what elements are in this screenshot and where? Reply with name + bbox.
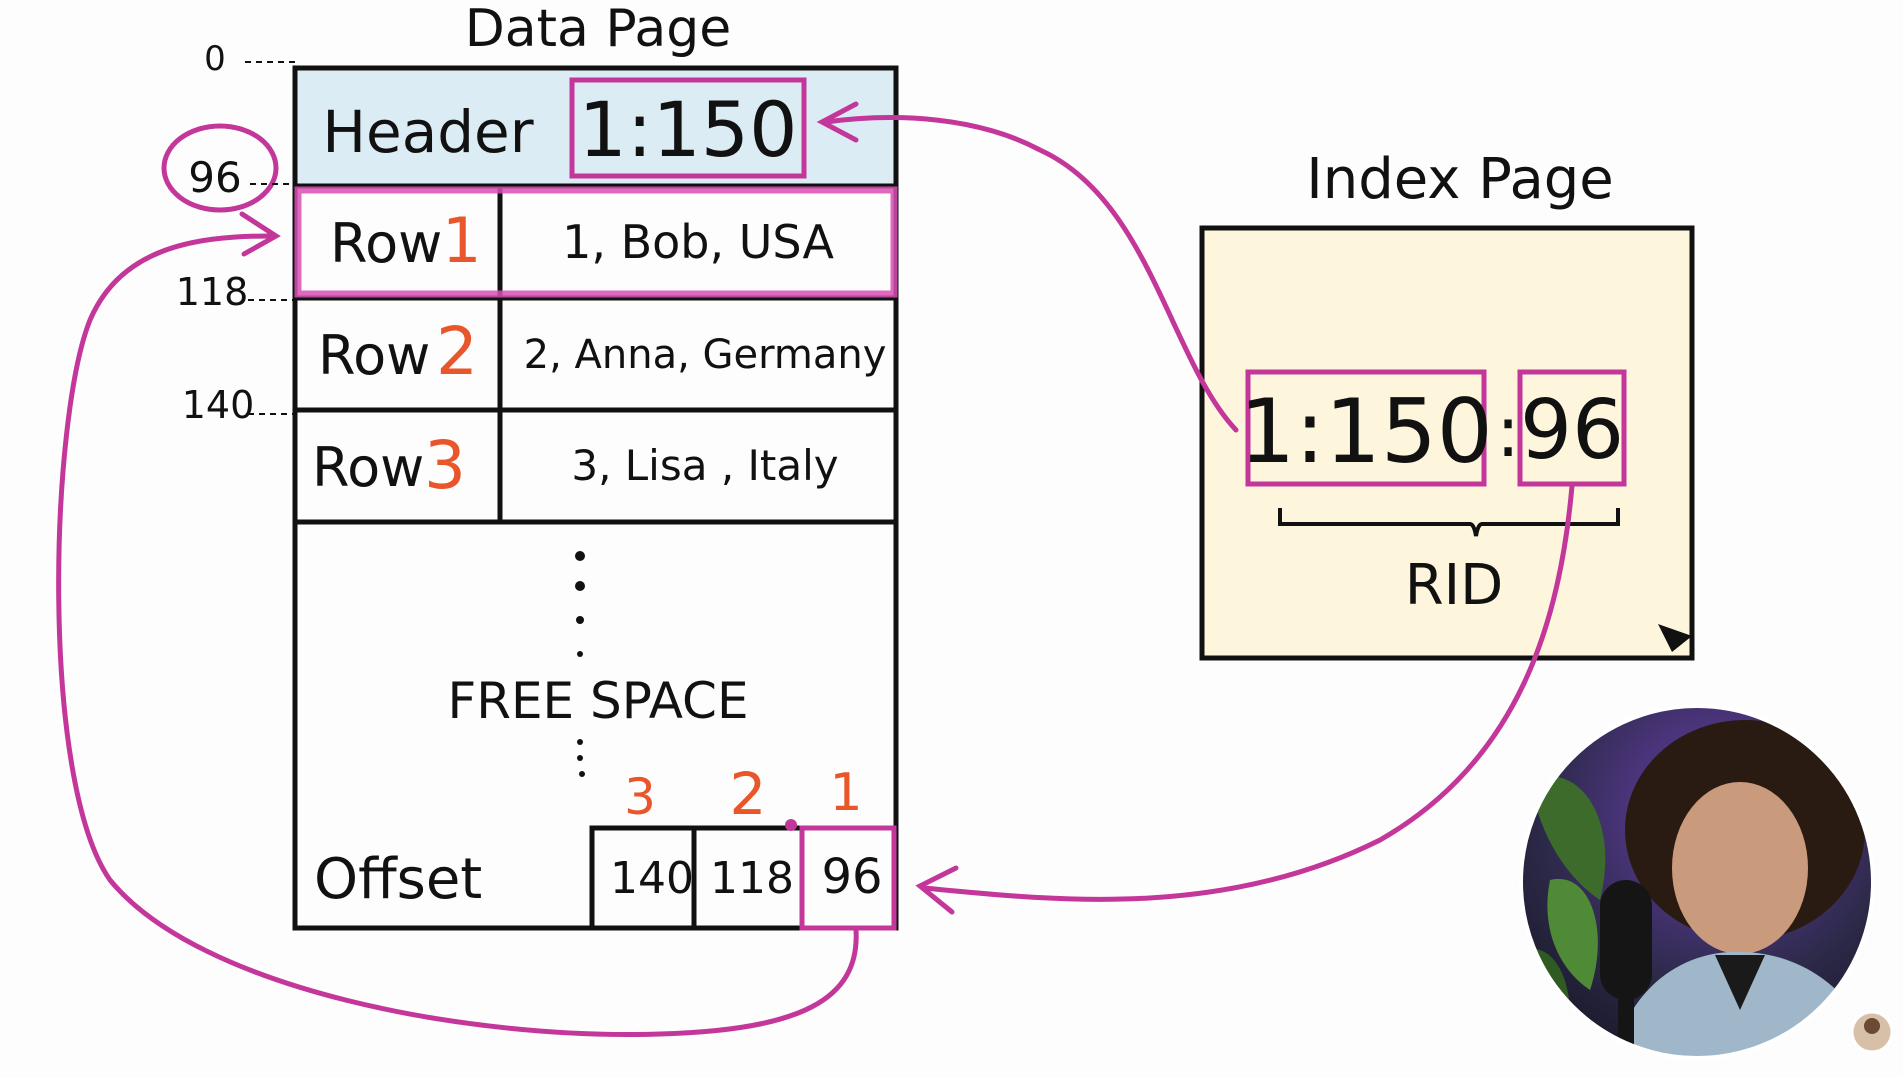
rid-diagram: Data Page 0 96 118 140 Header 1:150 Row [56, 0, 1894, 1060]
header-page-id: 1:150 [578, 85, 797, 174]
byte-offset-118: 118 [176, 270, 249, 314]
byte-offset-96: 96 [188, 153, 241, 202]
slot-value: 140 [610, 853, 694, 904]
index-page-title: Index Page [1306, 147, 1614, 212]
ellipsis-dot [575, 551, 585, 561]
row-value: 1, Bob, USA [562, 215, 834, 269]
ellipsis-dot [577, 755, 583, 761]
slot-number: 3 [624, 768, 656, 826]
byte-offset-140: 140 [182, 383, 255, 427]
rid-page-id: 1:150 [1239, 380, 1493, 483]
row-3: Row 3 3, Lisa , Italy [312, 427, 839, 504]
row-value: 3, Lisa , Italy [571, 441, 838, 490]
ellipsis-dot [579, 771, 585, 777]
index-page: 1:150 : 96 RID [1199, 225, 1695, 661]
byte-offset-0: 0 [204, 39, 226, 79]
header-label: Header [322, 98, 533, 166]
data-page-title: Data Page [465, 0, 732, 59]
offset-array: Offset 3 2 1 140 118 96 [314, 760, 897, 931]
row-1: Row 1 1, Bob, USA [330, 204, 834, 277]
slide: Data Page 0 96 118 140 Header 1:150 Row [0, 0, 1903, 1078]
ellipsis-dot [577, 739, 583, 745]
row-label: Row [312, 436, 424, 499]
row-number: 3 [424, 427, 466, 504]
row-label: Row [330, 212, 442, 275]
slot-value: 118 [710, 853, 794, 904]
rid-slot: 96 [1520, 383, 1624, 478]
slot-number: 1 [829, 763, 862, 823]
slot-marker-dot [785, 819, 797, 831]
ellipsis-dot [575, 581, 585, 591]
slot-number: 2 [730, 760, 767, 828]
slot-value: 96 [821, 849, 882, 905]
row-value: 2, Anna, Germany [524, 332, 887, 378]
rid-label: RID [1405, 553, 1504, 618]
avatar [1850, 1010, 1894, 1054]
row-number: 1 [442, 204, 481, 277]
row-2: Row 2 2, Anna, Germany [318, 313, 886, 390]
data-page: Header 1:150 Row 1 1, Bob, USA Row 2 2, … [292, 65, 899, 931]
free-space: FREE SPACE [447, 551, 749, 777]
row-number: 2 [436, 313, 478, 390]
rid-separator: : [1496, 391, 1520, 473]
ellipsis-dot [577, 651, 583, 657]
presenter-webcam [1519, 704, 1875, 1060]
ellipsis-dot [576, 616, 584, 624]
offset-label: Offset [314, 847, 482, 912]
row-label: Row [318, 324, 430, 387]
free-space-label: FREE SPACE [447, 672, 748, 730]
